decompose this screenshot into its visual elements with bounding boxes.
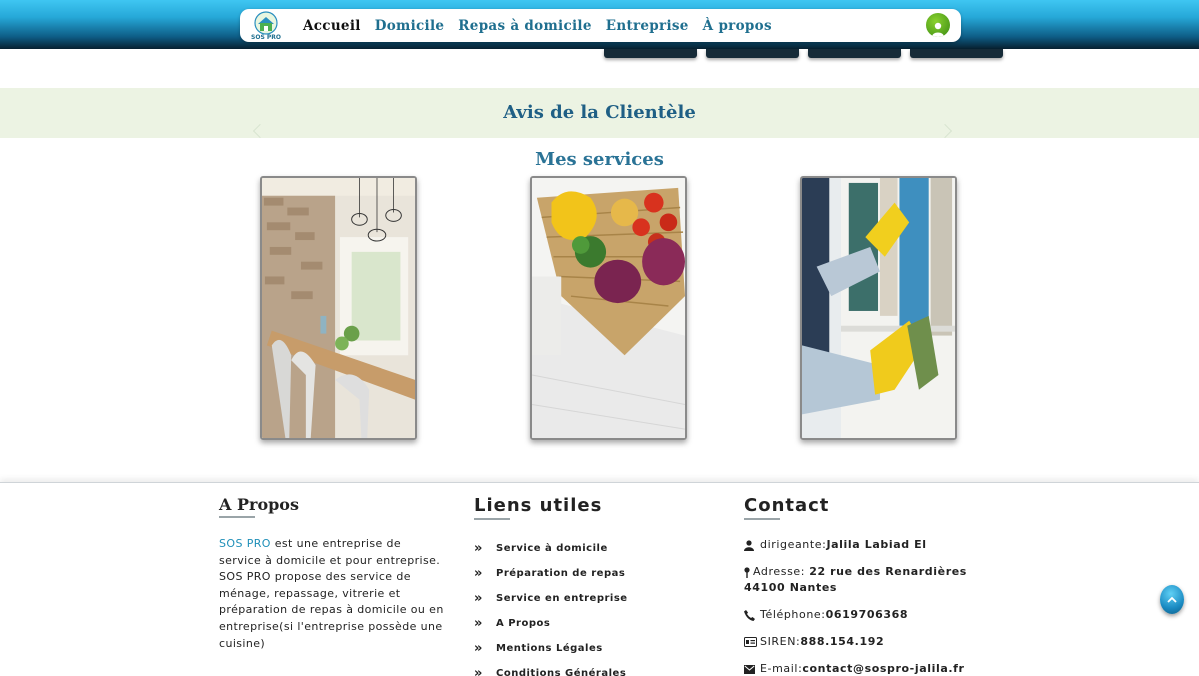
link-label: Conditions Générales <box>496 668 627 676</box>
services-title: Mes services <box>535 149 664 170</box>
top-header: SOS PRO Accueil Domicile Repas à domicil… <box>0 0 1199 49</box>
contact-address-line2: 44100 Nantes <box>744 580 967 596</box>
service-card-entreprise[interactable] <box>800 176 957 440</box>
chevron-up-icon <box>1167 596 1177 603</box>
nav-bar: SOS PRO Accueil Domicile Repas à domicil… <box>240 9 961 42</box>
double-chevron-right-icon: » <box>474 666 483 676</box>
title-underline <box>744 518 780 520</box>
double-chevron-right-icon: » <box>474 641 483 656</box>
envelope-icon <box>744 661 760 676</box>
footer-about-text: SOS PRO est une entreprise de service à … <box>219 536 444 652</box>
user-icon[interactable] <box>926 13 950 37</box>
link-label: Service à domicile <box>496 543 608 554</box>
dining-room-photo <box>262 178 415 438</box>
contact-phone: Téléphone: 0619706368 <box>744 607 967 623</box>
manager-label: dirigeante: <box>760 538 827 551</box>
service-card-domicile[interactable] <box>260 176 417 440</box>
id-card-icon <box>744 634 760 650</box>
contact-email: E-mail: contact@sospro-jalila.fr <box>744 661 967 676</box>
link-preparation-repas[interactable]: » Préparation de repas <box>474 561 628 586</box>
link-label: A Propos <box>496 618 551 629</box>
link-label: Mentions Légales <box>496 643 603 654</box>
cleaning-gloves-photo <box>802 178 955 438</box>
link-service-entreprise[interactable]: » Service en entreprise <box>474 586 628 611</box>
service-card-repas[interactable] <box>530 176 687 440</box>
dropdown-tabs <box>604 49 1003 58</box>
phone-label: Téléphone: <box>760 608 826 621</box>
link-service-domicile[interactable]: » Service à domicile <box>474 536 628 561</box>
link-mentions-legales[interactable]: » Mentions Légales <box>474 636 628 661</box>
email-address[interactable]: contact@sospro-jalila.fr <box>802 661 964 676</box>
title-underline <box>474 518 510 520</box>
nav-domicile[interactable]: Domicile <box>375 18 445 34</box>
user-icon <box>744 537 760 553</box>
address-line1: 22 rue des Renardières <box>809 565 967 578</box>
about-description: est une entreprise de service à domicile… <box>219 537 444 650</box>
footer: A Propos SOS PRO est une entreprise de s… <box>0 482 1199 676</box>
tab-shadow-1 <box>604 49 697 58</box>
nav-accueil[interactable]: Accueil <box>303 18 361 34</box>
email-label: E-mail: <box>760 662 803 675</box>
title-underline <box>219 516 255 518</box>
nav-a-propos[interactable]: À propos <box>703 18 772 34</box>
double-chevron-right-icon: » <box>474 541 483 556</box>
contact-address: Adresse: 22 rue des Renardières <box>744 564 967 580</box>
link-label: Préparation de repas <box>496 568 626 579</box>
contact-siren: SIREN: 888.154.192 <box>744 634 967 650</box>
tab-shadow-2 <box>706 49 799 58</box>
footer-contact: Contact dirigeante: Jalila Labiad El Adr… <box>744 495 967 676</box>
siren-number: 888.154.192 <box>800 635 885 648</box>
contact-manager: dirigeante: Jalila Labiad El <box>744 537 967 553</box>
address-line2: 44100 Nantes <box>744 581 838 594</box>
logo[interactable]: SOS PRO <box>250 11 282 41</box>
siren-label: SIREN: <box>760 635 801 648</box>
double-chevron-right-icon: » <box>474 591 483 606</box>
tab-shadow-3 <box>808 49 901 58</box>
main-nav: Accueil Domicile Repas à domicile Entrep… <box>303 9 772 42</box>
nav-entreprise[interactable]: Entreprise <box>606 18 689 34</box>
scroll-to-top-button[interactable] <box>1160 585 1184 614</box>
phone-number[interactable]: 0619706368 <box>826 607 909 623</box>
link-a-propos[interactable]: » A Propos <box>474 611 628 636</box>
logo-house-icon: SOS PRO <box>251 11 281 41</box>
manager-name: Jalila Labiad El <box>826 538 927 551</box>
address-label: Adresse: <box>753 565 810 578</box>
testimonials-title: Avis de la Clientèle <box>503 102 696 123</box>
link-conditions-generales[interactable]: » Conditions Générales <box>474 661 628 676</box>
double-chevron-right-icon: » <box>474 566 483 581</box>
link-label: Service en entreprise <box>496 593 628 604</box>
double-chevron-right-icon: » <box>474 616 483 631</box>
footer-links: Liens utiles » Service à domicile » Prépar… <box>474 495 628 676</box>
footer-contact-title: Contact <box>744 495 830 516</box>
footer-about-title: A Propos <box>219 495 299 514</box>
footer-about: A Propos SOS PRO est une entreprise de s… <box>219 495 444 652</box>
tab-shadow-4 <box>910 49 1003 58</box>
svg-text:SOS PRO: SOS PRO <box>251 34 281 41</box>
map-pin-icon <box>744 564 753 580</box>
footer-links-title: Liens utiles <box>474 495 603 516</box>
testimonials-section: Avis de la Clientèle <box>0 88 1199 139</box>
useful-links-list: » Service à domicile » Préparation de repa… <box>474 536 628 676</box>
nav-repas-a-domicile[interactable]: Repas à domicile <box>458 18 591 34</box>
brand-name: SOS PRO <box>219 537 271 550</box>
phone-icon <box>744 607 760 623</box>
vegetable-basket-photo <box>532 178 685 438</box>
